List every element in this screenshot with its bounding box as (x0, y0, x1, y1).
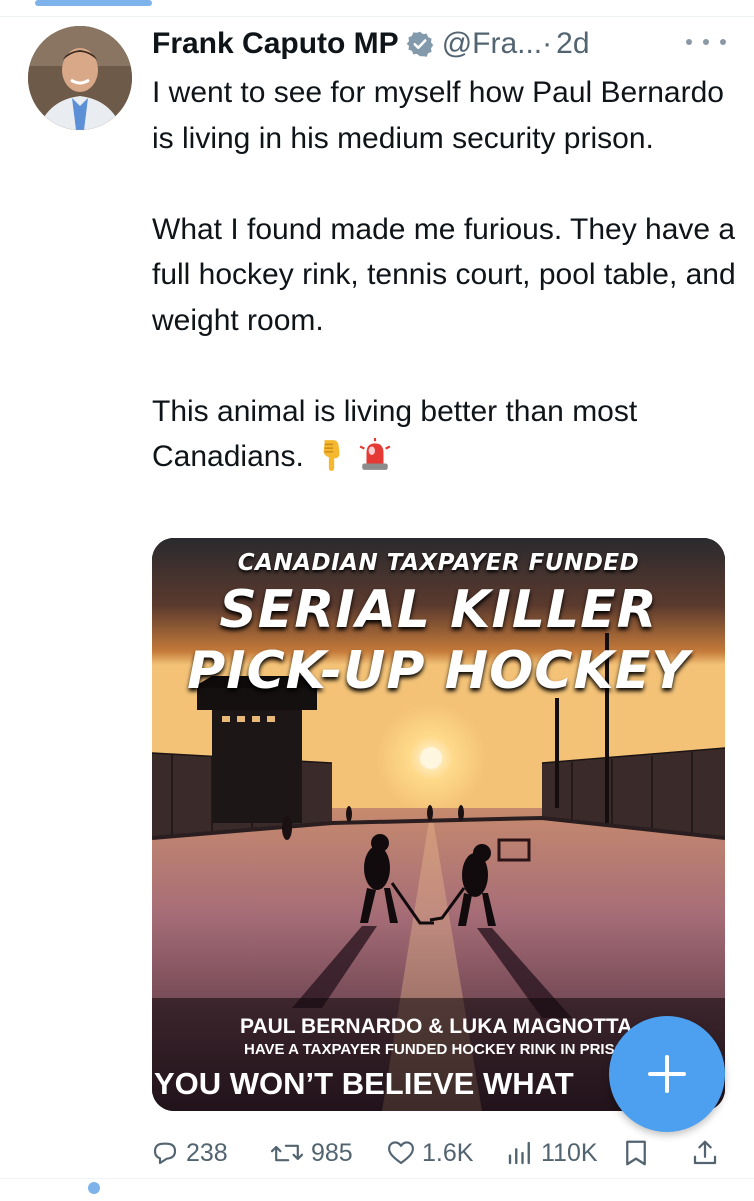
view-count: 110K (541, 1138, 598, 1167)
repost-button[interactable]: 985 (269, 1133, 353, 1173)
media-headline-large: PICK-UP HOCKEY (187, 641, 690, 701)
verified-badge-icon (406, 31, 433, 57)
divider (0, 16, 754, 17)
tweet-paragraph: I went to see for myself how Paul Bernar… (152, 76, 724, 155)
author-name[interactable]: Frank Caputo MP (152, 27, 399, 61)
pointing-down-emoji-icon (323, 440, 340, 471)
repost-count: 985 (311, 1138, 353, 1167)
share-icon (693, 1140, 717, 1165)
tweet-timestamp[interactable]: 2d (556, 27, 589, 61)
reply-icon (153, 1142, 177, 1165)
tweet-header: Frank Caputo MP @Fra... · 2d (152, 24, 590, 64)
author-handle[interactable]: @Fra... (442, 27, 542, 61)
views-button[interactable]: 110K (505, 1133, 598, 1173)
police-light-emoji-icon (359, 438, 391, 470)
views-icon (508, 1141, 530, 1165)
avatar-image (28, 26, 132, 130)
media-headline-large: SERIAL KILLER (219, 580, 658, 640)
share-button[interactable] (690, 1133, 726, 1173)
compose-button[interactable] (609, 1016, 725, 1132)
reply-count: 238 (186, 1138, 228, 1167)
like-button[interactable]: 1.6K (386, 1133, 473, 1173)
tweet-paragraph-last: This animal is living better than most C… (152, 389, 742, 480)
like-icon (388, 1141, 414, 1165)
bookmark-button[interactable] (622, 1133, 656, 1173)
media-caption: HAVE A TAXPAYER FUNDED HOCKEY RINK IN PR… (244, 1041, 627, 1058)
tweet-paragraph: This animal is living better than most C… (152, 394, 638, 474)
bookmark-icon (626, 1140, 646, 1166)
active-tab-indicator (35, 0, 152, 6)
compose-icon (648, 1055, 686, 1093)
more-icon[interactable] (686, 30, 726, 54)
like-count: 1.6K (422, 1138, 474, 1167)
avatar[interactable] (28, 26, 132, 130)
tweet-text: I went to see for myself how Paul Bernar… (152, 70, 742, 480)
tweet-paragraph: What I found made me furious. They have … (152, 212, 736, 337)
notification-dot (88, 1182, 100, 1194)
reply-button[interactable]: 238 (150, 1133, 228, 1173)
media-caption: PAUL BERNARDO & LUKA MAGNOTTA (240, 1015, 633, 1038)
tweet-action-bar: 238 985 1.6K 110K (0, 1133, 754, 1173)
media-caption: YOU WON’T BELIEVE WHAT (154, 1066, 574, 1101)
separator-dot: · (542, 27, 553, 60)
repost-icon (270, 1144, 304, 1162)
bottom-navigation (0, 1178, 754, 1201)
media-headline-small: CANADIAN TAXPAYER FUNDED (237, 550, 640, 576)
